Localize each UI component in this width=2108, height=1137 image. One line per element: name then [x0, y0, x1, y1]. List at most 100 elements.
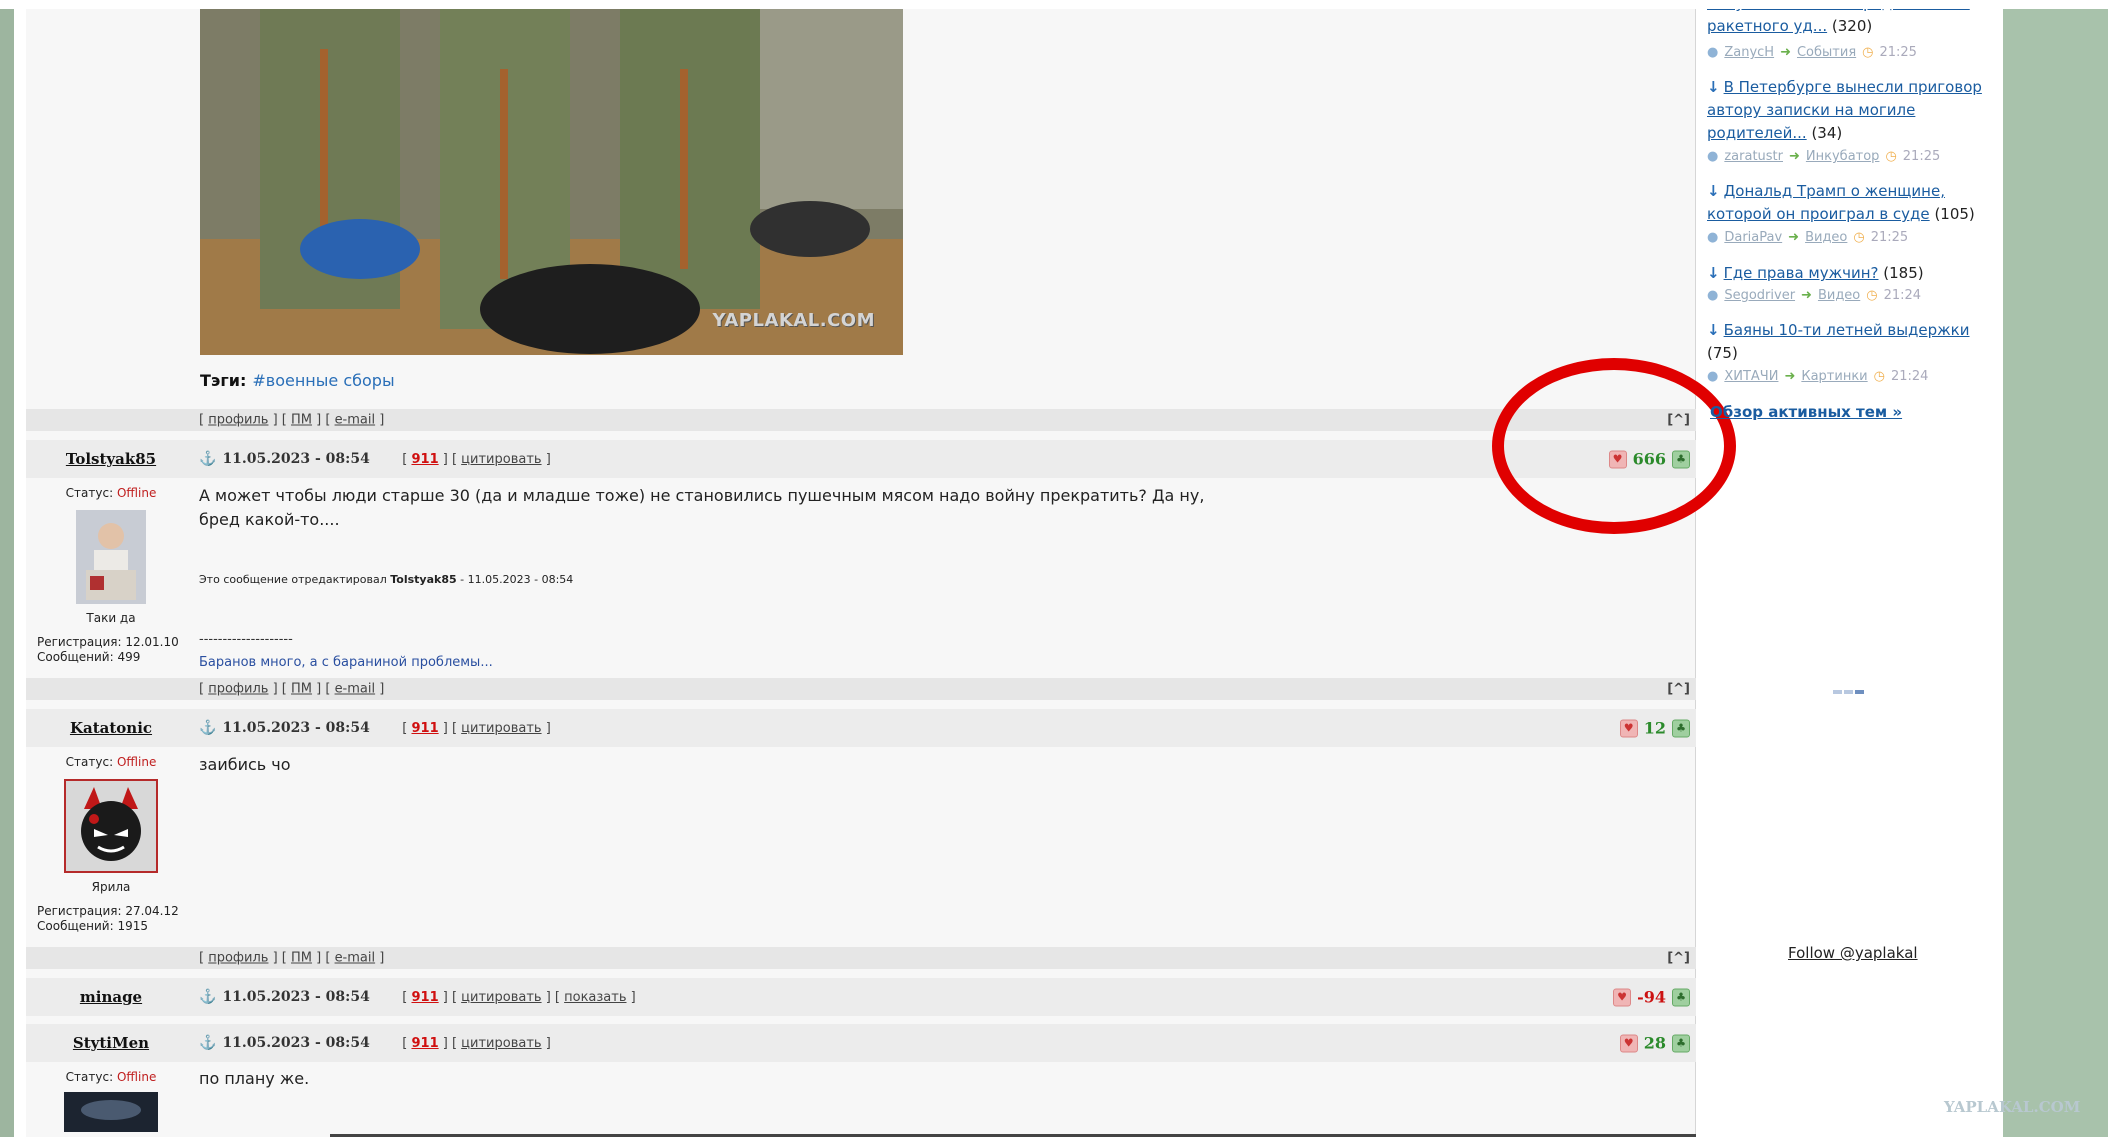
- anchor-icon[interactable]: ⚓: [199, 720, 216, 736]
- tag-link[interactable]: #военные сборы: [252, 371, 394, 390]
- avatar[interactable]: [76, 510, 146, 604]
- carousel-dots[interactable]: [1833, 690, 1864, 694]
- post-meta: ⚓ 11.05.2023 - 08:54 [ 911 ] [ цитировать…: [199, 989, 636, 1005]
- post-actions: [ 911 ] [ цитировать ]: [402, 1036, 551, 1051]
- sidebar-topic-user[interactable]: ХИТАЧИ: [1724, 369, 1778, 384]
- sidebar-topic-link[interactable]: В Петербурге вынесли приговор автору зап…: [1707, 78, 1982, 142]
- sidebar-topic-time: 21:25: [1902, 149, 1941, 164]
- carousel-dot-active[interactable]: [1855, 690, 1864, 694]
- follow-twitter-link[interactable]: Follow @yaplakal: [1788, 944, 1918, 962]
- report-911-link[interactable]: 911: [411, 990, 438, 1005]
- pm-link[interactable]: ПМ: [291, 413, 312, 428]
- sidebar-topic-count: (185): [1883, 264, 1924, 282]
- vote-down-icon[interactable]: ♥: [1619, 719, 1638, 737]
- pm-link[interactable]: ПМ: [291, 951, 312, 966]
- sidebar-topic-link[interactable]: Где права мужчин?: [1724, 264, 1879, 282]
- post-date: 11.05.2023 - 08:54: [222, 1035, 370, 1051]
- carousel-dot[interactable]: [1844, 690, 1853, 694]
- vote-down-icon[interactable]: ♥: [1613, 988, 1632, 1006]
- status-label: Статус:: [65, 1070, 114, 1084]
- avatar[interactable]: [64, 779, 158, 873]
- email-link[interactable]: e-mail: [335, 682, 376, 697]
- sidebar-topic-link[interactable]: Баяны 10-ти летней выдержки: [1724, 321, 1970, 339]
- sidebar-topic-user[interactable]: ZanycH: [1724, 45, 1774, 60]
- quote-link[interactable]: цитировать: [461, 721, 541, 736]
- email-link[interactable]: e-mail: [335, 951, 376, 966]
- status-offline: Offline: [116, 755, 157, 769]
- email-link[interactable]: e-mail: [335, 413, 376, 428]
- profile-links: [ профиль ] [ ПМ ] [ e-mail ]: [199, 950, 385, 966]
- sidebar-topic-meta: ● ХИТАЧИ ➜ Картинки ◷ 21:24: [1707, 369, 1928, 384]
- vote-down-icon[interactable]: ♥: [1619, 1034, 1638, 1052]
- sidebar-topic-count: (320): [1831, 17, 1873, 35]
- sidebar-topic-section[interactable]: Картинки: [1801, 369, 1867, 384]
- arrow-down-icon: ↓: [1707, 182, 1720, 200]
- post-date: 11.05.2023 - 08:54: [222, 720, 370, 736]
- quote-link[interactable]: цитировать: [461, 1036, 541, 1051]
- anchor-icon[interactable]: ⚓: [199, 451, 216, 467]
- sidebar-topic-link[interactable]: Дональд Трамп о женщине, которой он прои…: [1707, 182, 1945, 223]
- anchor-icon[interactable]: ⚓: [199, 989, 216, 1005]
- report-911-link[interactable]: 911: [411, 452, 438, 467]
- arrow-down-icon: ↓: [1707, 321, 1720, 339]
- post-footer-bar: [ профиль ] [ ПМ ] [ e-mail ] [^]: [26, 409, 1696, 431]
- post-author-nick[interactable]: Tolstyak85: [26, 450, 196, 468]
- sidebar-topic-count: (105): [1934, 205, 1975, 223]
- scroll-up-button[interactable]: [^]: [1667, 682, 1690, 697]
- vote-up-icon[interactable]: ♣: [1672, 988, 1690, 1006]
- sidebar-topic-section[interactable]: Видео: [1818, 288, 1860, 303]
- profile-link[interactable]: профиль: [208, 951, 268, 966]
- show-post-link[interactable]: показать: [564, 990, 626, 1005]
- top-strip: [0, 0, 2108, 9]
- profile-link[interactable]: профиль: [208, 682, 268, 697]
- post-tags: Тэги: #военные сборы: [200, 371, 395, 390]
- profile-link[interactable]: профиль: [208, 413, 268, 428]
- profile-links: [ профиль ] [ ПМ ] [ e-mail ]: [199, 412, 385, 428]
- post-body: заибись чо: [199, 753, 291, 777]
- sidebar-topic-user[interactable]: zaratustr: [1724, 149, 1783, 164]
- sidebar-topic-meta: ● Segodriver ➜ Видео ◷ 21:24: [1707, 288, 1921, 303]
- quote-link[interactable]: цитировать: [461, 990, 541, 1005]
- sidebar-topic-meta: ● DariaPav ➜ Видео ◷ 21:25: [1707, 230, 1908, 245]
- user-messages: Сообщений: 499: [37, 650, 141, 664]
- report-911-link[interactable]: 911: [411, 1036, 438, 1051]
- pm-link[interactable]: ПМ: [291, 682, 312, 697]
- soldiers-photo-image: [200, 9, 903, 355]
- carousel-dot[interactable]: [1833, 690, 1842, 694]
- post-author-nick[interactable]: Katatonic: [26, 719, 196, 737]
- post-author-nick[interactable]: StytiMen: [26, 1034, 196, 1052]
- post-rating: ♥ -94 ♣: [1613, 988, 1690, 1007]
- scroll-up-button[interactable]: [^]: [1667, 951, 1690, 966]
- vote-up-icon[interactable]: ♣: [1672, 719, 1690, 737]
- vote-up-icon[interactable]: ♣: [1672, 1034, 1690, 1052]
- avatar[interactable]: [64, 1092, 158, 1132]
- sidebar-topic-user[interactable]: DariaPav: [1724, 230, 1782, 245]
- post-actions: [ 911 ] [ цитировать ]: [402, 452, 551, 467]
- post-date: 11.05.2023 - 08:54: [222, 451, 370, 467]
- post-header: Katatonic ⚓ 11.05.2023 - 08:54 [ 911 ] [ …: [26, 709, 1696, 747]
- tags-label: Тэги:: [200, 371, 247, 390]
- clock-icon: ◷: [1885, 149, 1897, 164]
- post-header: minage ⚓ 11.05.2023 - 08:54 [ 911 ] [ цит…: [26, 978, 1696, 1016]
- report-911-link[interactable]: 911: [411, 721, 438, 736]
- post-text-line: А может чтобы люди старше 30 (да и младш…: [199, 486, 1205, 505]
- user-info: Статус: Offline Ярила Регистрация: 27.04…: [26, 749, 196, 934]
- sidebar-topic-section[interactable]: Инкубатор: [1806, 149, 1880, 164]
- post-meta: ⚓ 11.05.2023 - 08:54 [ 911 ] [ цитировать…: [199, 451, 551, 467]
- sidebar-topic-time: 21:24: [1890, 369, 1929, 384]
- post-header: StytiMen ⚓ 11.05.2023 - 08:54 [ 911 ] [ ц…: [26, 1024, 1696, 1062]
- post-text-line: бред какой-то....: [199, 510, 340, 529]
- post-photo: YAPLAKAL.COM: [200, 9, 903, 355]
- quote-link[interactable]: цитировать: [461, 452, 541, 467]
- sidebar-topic-count: (75): [1707, 344, 1738, 362]
- sidebar-topic-section[interactable]: Видео: [1805, 230, 1847, 245]
- clock-icon: ◷: [1862, 45, 1874, 60]
- active-topics-overview-link[interactable]: Обзор активных тем »: [1710, 403, 1902, 421]
- anchor-icon[interactable]: ⚓: [199, 1035, 216, 1051]
- post-author-nick[interactable]: minage: [26, 988, 196, 1006]
- avatar-caption: Таки да: [86, 611, 136, 625]
- sidebar-topic-section[interactable]: События: [1797, 45, 1856, 60]
- user-registration: Регистрация: 27.04.12: [37, 904, 179, 918]
- user-info: Статус: Offline Таки да Регистрация: 12.…: [26, 480, 196, 665]
- sidebar-topic-user[interactable]: Segodriver: [1724, 288, 1795, 303]
